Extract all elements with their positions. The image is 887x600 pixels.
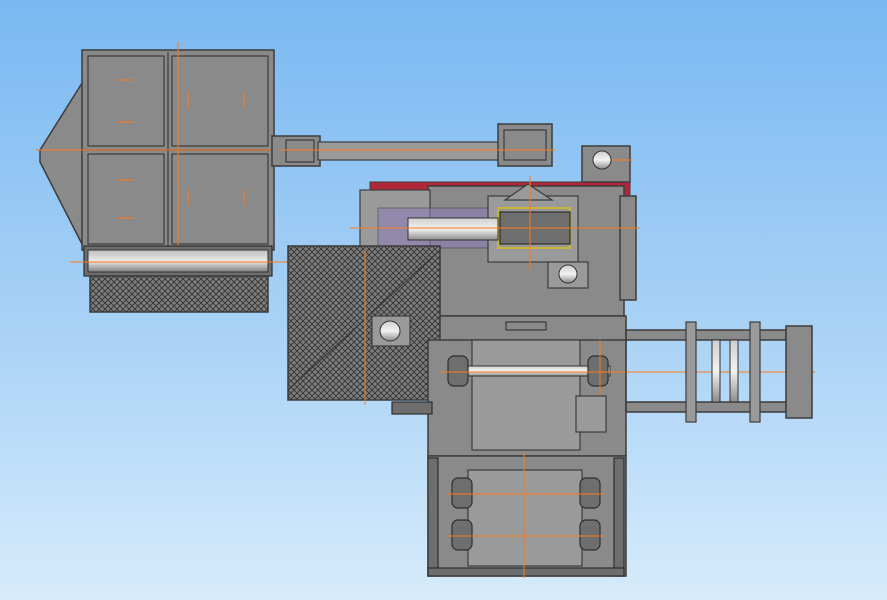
belt-section	[467, 469, 583, 567]
main-shaft	[407, 217, 499, 241]
cad-viewport	[0, 0, 887, 600]
hopper-screen	[89, 275, 269, 313]
transfer-duct	[271, 123, 555, 167]
lower-shaft	[449, 365, 611, 377]
hopper-chute	[39, 77, 85, 249]
machine-drawing	[36, 42, 815, 578]
mesh-cage	[287, 245, 441, 401]
conveyor-end-roller	[785, 325, 813, 419]
hopper-drum	[87, 249, 269, 273]
bottom-stand	[427, 452, 627, 578]
